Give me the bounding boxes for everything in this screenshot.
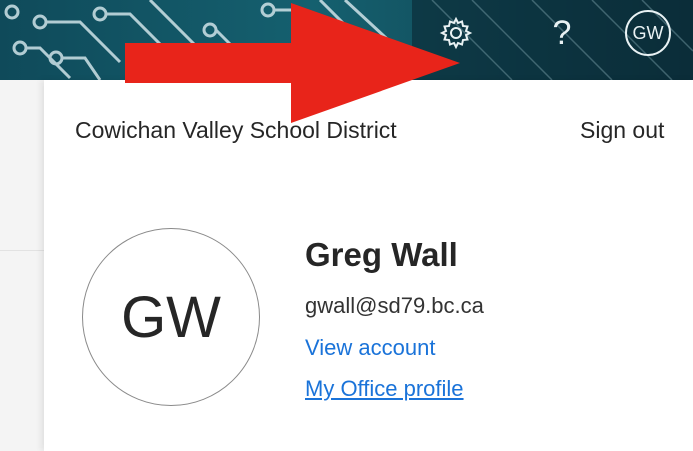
red-arrow-annotation bbox=[125, 3, 460, 123]
help-button[interactable]: ? bbox=[534, 8, 590, 58]
help-icon: ? bbox=[552, 14, 572, 52]
sign-out-link[interactable]: Sign out bbox=[580, 117, 664, 144]
user-email: gwall@sd79.bc.ca bbox=[305, 293, 484, 318]
avatar: GW bbox=[625, 10, 671, 56]
view-account-link[interactable]: View account bbox=[305, 335, 435, 361]
profile-avatar: GW bbox=[82, 228, 260, 406]
user-name: Greg Wall bbox=[305, 236, 458, 273]
screenshot-stage: ? GW Cowichan Valley School District Sig… bbox=[0, 0, 693, 451]
left-gutter bbox=[0, 80, 44, 451]
account-menu-button[interactable]: GW bbox=[620, 8, 676, 58]
office-profile-link[interactable]: My Office profile bbox=[305, 376, 464, 402]
divider bbox=[0, 250, 44, 251]
